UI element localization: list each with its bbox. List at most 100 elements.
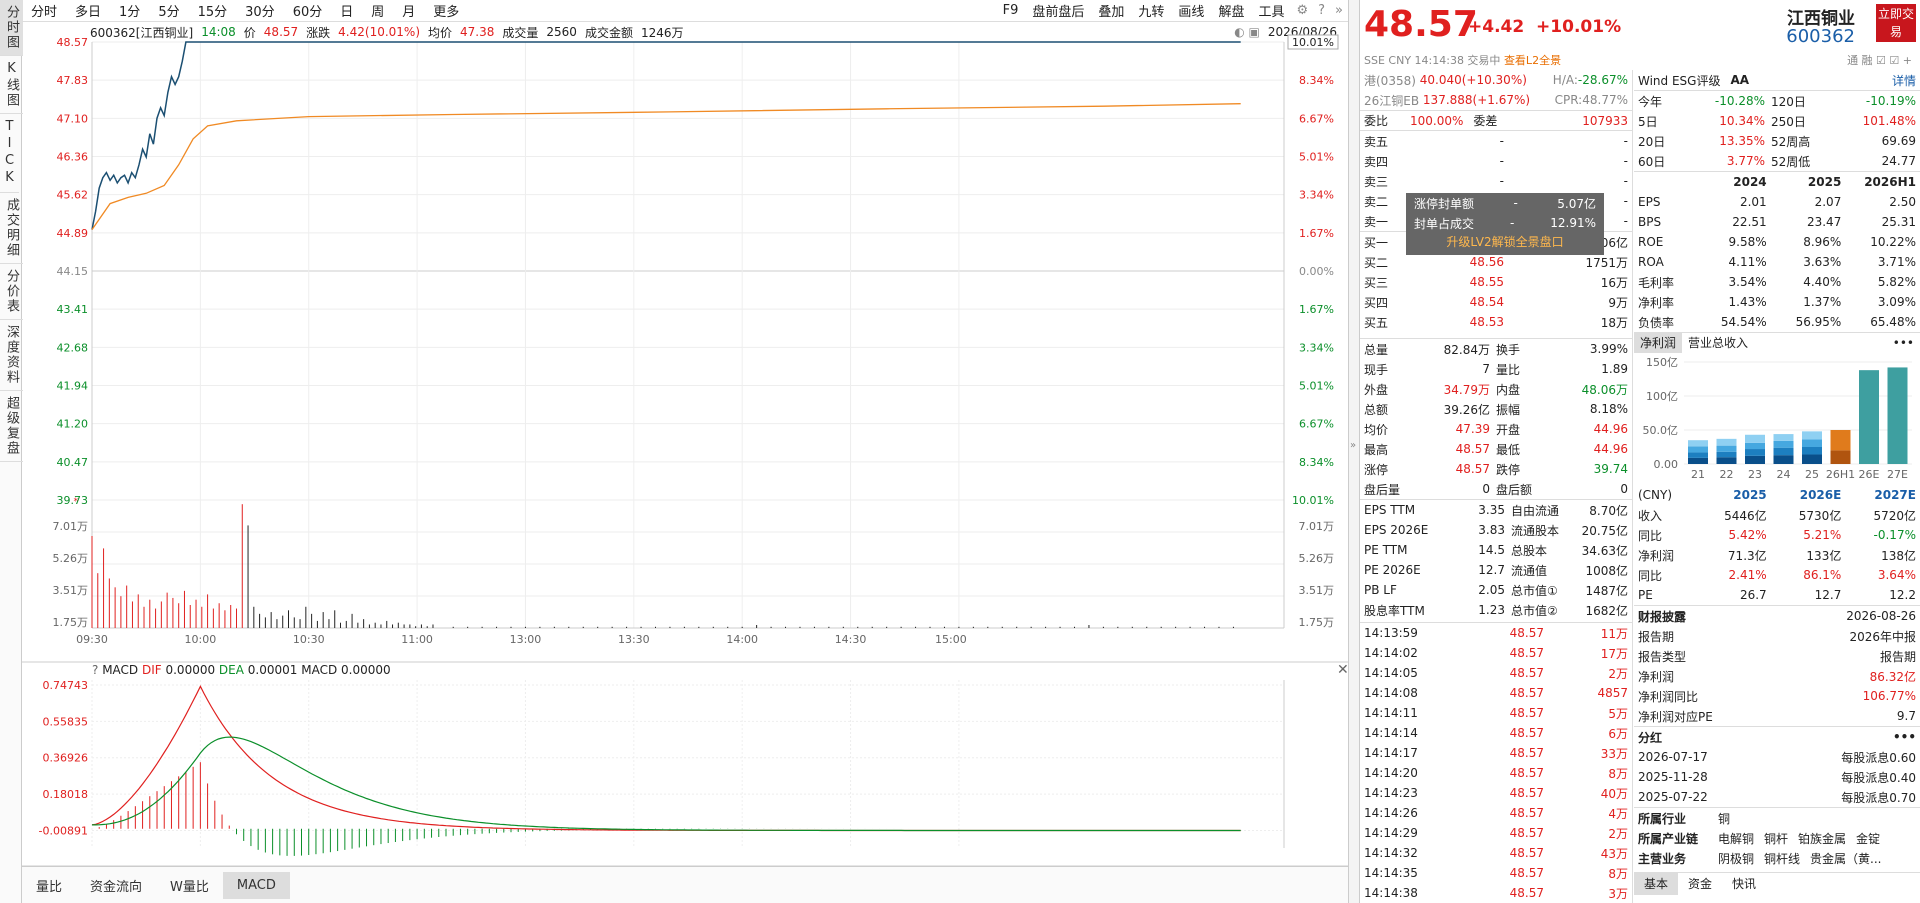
tab-net-profit[interactable]: 净利润: [1634, 332, 1683, 353]
ask-label: 卖五: [1364, 134, 1389, 149]
pct-tick: 6.67%: [1299, 418, 1334, 431]
overlay-row: 涨停封单额 - 5.07亿: [1406, 193, 1604, 213]
industry-tag[interactable]: 贵金属（黄...: [1810, 850, 1881, 867]
esg-label: Wind ESG评级: [1638, 73, 1721, 88]
panel-splitter[interactable]: »: [1348, 0, 1360, 903]
dividend-date: 2025-07-22: [1638, 790, 1708, 804]
stat-key: 总额: [1364, 402, 1389, 417]
tick-row: 14:14:05 48.57 2万: [1360, 663, 1632, 683]
time-tick: 13:00: [510, 633, 542, 646]
upgrade-l2-link[interactable]: 升级LV2解锁全景盘口: [1406, 233, 1604, 250]
order-book-column: 港(0358) 40.040(+10.30%) H/A: -28.67% 26江铜E…: [1360, 70, 1633, 903]
overlay-key: 涨停封单额: [1414, 196, 1475, 211]
bid-label: 买五: [1364, 315, 1389, 330]
pct-tick: 10.01%: [1292, 494, 1334, 507]
l2-link[interactable]: 查看L2全景: [1504, 54, 1561, 67]
fin-value: 23.47: [1806, 215, 1842, 229]
pct-tick: 5.01%: [1299, 380, 1334, 393]
margin-icons[interactable]: 通 融 ☑ ☑ +: [1847, 52, 1912, 68]
dividend-row: 2025-07-22 每股派息0.70: [1634, 787, 1920, 807]
indicator-tab[interactable]: 量比: [22, 870, 76, 901]
macd-tick: -0.00891: [39, 824, 88, 837]
ask-price: -: [1499, 134, 1504, 148]
industry-tag[interactable]: 铜杆线: [1764, 850, 1800, 867]
price-line: [91, 41, 1241, 230]
bid-row[interactable]: 买四 48.54 9万: [1360, 292, 1632, 312]
ha-label: H/A:: [1552, 73, 1578, 87]
tick-time: 14:14:11: [1364, 706, 1418, 720]
dividend-value: 每股派息0.40: [1841, 770, 1916, 785]
ask-book: 卖五--卖四--卖三--卖二--卖一-- 涨停封单额-5.07亿 封单占成交-1…: [1360, 130, 1632, 255]
expand-arrow-icon[interactable]: »: [1350, 440, 1356, 451]
fin-value: 3.63%: [1803, 255, 1842, 269]
change-pct: +10.01%: [1536, 17, 1622, 37]
dividend-title-row: 分红 •••: [1634, 727, 1920, 747]
info-tab[interactable]: 基本: [1634, 872, 1679, 895]
indicator-tab[interactable]: MACD: [222, 871, 290, 899]
dividend-more-icon[interactable]: •••: [1893, 730, 1916, 744]
forecast-value: 5720亿: [1873, 508, 1916, 523]
fin-value: 1.43%: [1728, 295, 1767, 309]
tick-row: 14:14:20 48.57 8万: [1360, 763, 1632, 783]
bid-row[interactable]: 买五 48.53 18万: [1360, 312, 1632, 332]
valuation-row: PE 2026E 12.7 流通值 1008亿: [1360, 560, 1632, 580]
stat-row: 外盘 34.79万 内盘 48.06万: [1360, 379, 1632, 399]
perf-row: 20日 13.35% 52周高 69.69: [1634, 131, 1920, 151]
dif-value: 0.00000: [165, 663, 218, 677]
trade-button[interactable]: 立即交易: [1876, 4, 1916, 42]
tick-time: 14:13:59: [1364, 626, 1418, 640]
industry-tag[interactable]: 铜杆: [1764, 830, 1788, 847]
vol-tick-right: 3.51万: [1299, 584, 1335, 597]
stat-value: 48.06万: [1581, 382, 1628, 397]
bid-volume: 16万: [1600, 275, 1628, 290]
price-tick: 44.15: [57, 265, 89, 278]
macd-tick: 0.74743: [43, 679, 89, 692]
industry-tag[interactable]: 金锭: [1856, 830, 1880, 847]
fin-value: 54.54%: [1720, 315, 1767, 329]
close-icon[interactable]: ✕: [1337, 662, 1348, 678]
bid-row[interactable]: 买二 48.56 1751万: [1360, 252, 1632, 272]
industry-tag[interactable]: 电解铜: [1718, 830, 1754, 847]
dividend-date: 2026-07-17: [1638, 750, 1708, 764]
ask-row[interactable]: 卖四 - -: [1360, 151, 1632, 171]
ask-row[interactable]: 卖五 - -: [1360, 131, 1632, 151]
more-icon[interactable]: •••: [1893, 336, 1920, 350]
val-value: 1487亿: [1585, 583, 1628, 598]
ask-row[interactable]: 卖三 - -: [1360, 171, 1632, 191]
stat-key: 跌停: [1496, 462, 1521, 477]
tick-price: 48.57: [1509, 806, 1544, 820]
report-value: 106.77%: [1862, 689, 1916, 703]
esg-detail-link[interactable]: 详情: [1892, 72, 1916, 89]
pct-tick: 0.00%: [1299, 265, 1334, 278]
ask-volume: -: [1623, 154, 1628, 168]
info-tab[interactable]: 资金: [1678, 872, 1722, 895]
price-tick: 39.73: [57, 494, 89, 507]
bid-price: 48.56: [1469, 255, 1504, 269]
intraday-chart[interactable]: 48.57 47.83 47.10 46.36 45.62 44.89 44.15 43.41…: [0, 0, 1348, 903]
dividend-rows: 2026-07-17 每股派息0.60 2025-11-28 每股派息0.40 2025…: [1634, 747, 1920, 807]
industry-row: 所属行业 铜: [1634, 808, 1920, 828]
bid-row[interactable]: 买三 48.55 16万: [1360, 272, 1632, 292]
ask-label: 卖二: [1364, 194, 1389, 209]
tab-revenue[interactable]: 营业总收入: [1682, 332, 1754, 353]
indicator-tab[interactable]: W量比: [156, 870, 223, 901]
dif-line: [91, 685, 1241, 832]
time-tick: 09:30: [76, 633, 108, 646]
info-tab[interactable]: 快讯: [1722, 872, 1766, 895]
weibi-value: 100.00%: [1410, 113, 1464, 128]
stat-value: 3.99%: [1589, 342, 1628, 356]
macd-tick: 0.18018: [43, 788, 89, 801]
industry-tag[interactable]: 阴极铜: [1718, 850, 1754, 867]
tick-list[interactable]: 14:13:59 48.57 11万 14:14:02 48.57 17万 14:14:05…: [1360, 622, 1632, 903]
bid-price: 48.53: [1469, 315, 1504, 329]
indicator-tab[interactable]: 资金流向: [76, 870, 156, 901]
forecast-value: 5446亿: [1724, 508, 1767, 523]
industry-tag[interactable]: 铜: [1718, 810, 1730, 827]
tick-price: 48.57: [1509, 746, 1544, 760]
report-date: 2026-08-26: [1846, 609, 1916, 623]
vol-tick-right: 5.26万: [1299, 552, 1335, 565]
time-tick: 13:30: [618, 633, 650, 646]
tick-price: 48.57: [1509, 826, 1544, 840]
bar-x-tick: 22: [1720, 468, 1734, 481]
industry-tag[interactable]: 铂族金属: [1798, 830, 1846, 847]
